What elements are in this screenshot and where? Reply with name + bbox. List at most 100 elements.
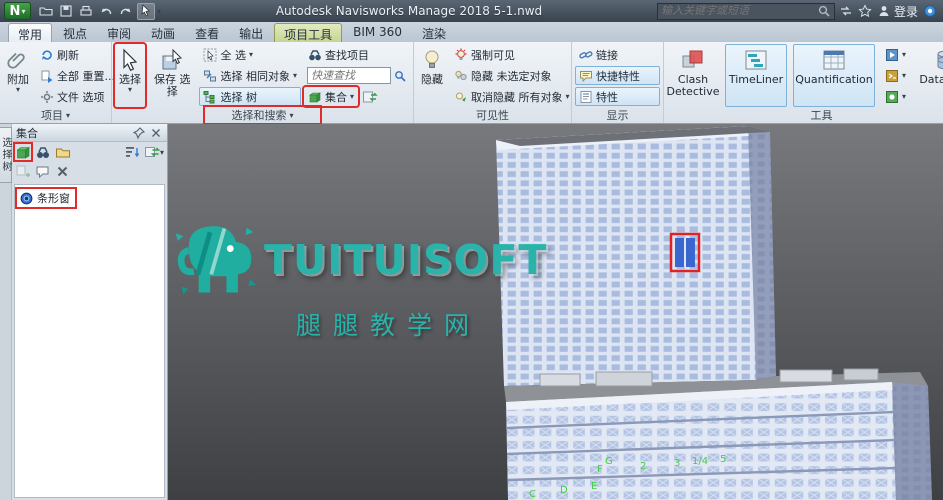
group-label-visibility[interactable]: 可见性 bbox=[414, 107, 571, 123]
tab-home[interactable]: 常用 bbox=[8, 23, 52, 42]
clash-detective-button[interactable]: Clash Detective bbox=[667, 44, 719, 107]
attach-button[interactable]: 附加 ▾ bbox=[3, 44, 33, 107]
hide-button[interactable]: 隐藏 bbox=[417, 44, 447, 107]
save-selection-set-button[interactable] bbox=[15, 144, 31, 160]
select-same-button[interactable]: 选择 相同对象▾ bbox=[199, 66, 301, 85]
refresh-icon bbox=[40, 48, 54, 62]
require-icon bbox=[454, 48, 468, 62]
select-tool-button[interactable] bbox=[137, 3, 155, 20]
gear-icon bbox=[40, 90, 54, 104]
properties-button[interactable]: 特性 bbox=[575, 87, 660, 106]
tab-item-tools[interactable]: 项目工具 bbox=[274, 23, 342, 42]
svg-text:G: G bbox=[605, 456, 613, 467]
chain-link-icon bbox=[579, 48, 593, 62]
select-all-button[interactable]: 全 选▾ bbox=[199, 45, 301, 64]
navisworks-window: N▾ ▾ Autodesk Navisworks Manage 2018 5-1… bbox=[0, 0, 943, 500]
redo-button[interactable] bbox=[117, 3, 135, 20]
ribbon: 附加 ▾ 刷新 全部 重置... 文件 选项 项目▾ 选择 ▾ bbox=[0, 42, 943, 124]
new-folder-button[interactable] bbox=[55, 144, 71, 160]
tab-animation[interactable]: 动画 bbox=[142, 23, 184, 42]
group-label-project[interactable]: 项目▾ bbox=[0, 107, 111, 123]
quick-access-toolbar: ▾ bbox=[37, 3, 161, 20]
sets-icon bbox=[15, 144, 31, 160]
sets-tree: 条形窗 bbox=[14, 184, 165, 498]
application-menu-button[interactable]: N▾ bbox=[4, 2, 31, 20]
ribbon-group-display: 链接 快捷特性 特性 显示 bbox=[572, 42, 664, 123]
sets-dropdown-button[interactable]: 集合▾ bbox=[304, 87, 358, 106]
save-selection-button[interactable]: 保存 选择 bbox=[148, 44, 196, 107]
tab-view[interactable]: 查看 bbox=[186, 23, 228, 42]
qat-dropdown-caret[interactable]: ▾ bbox=[157, 7, 161, 16]
tab-review[interactable]: 审阅 bbox=[98, 23, 140, 42]
links-button[interactable]: 链接 bbox=[575, 45, 660, 64]
sign-in-button[interactable]: 登录 bbox=[877, 3, 918, 20]
paperclip-icon bbox=[5, 47, 31, 73]
quick-find-input[interactable] bbox=[307, 67, 391, 84]
tab-viewpoint[interactable]: 视点 bbox=[54, 23, 96, 42]
sets-panel-title: 集合 bbox=[16, 125, 38, 141]
quick-find-search-icon[interactable] bbox=[393, 69, 407, 83]
lightbulb-icon bbox=[419, 47, 445, 73]
print-button[interactable] bbox=[77, 3, 95, 20]
group-label-tools[interactable]: 工具 bbox=[664, 107, 943, 123]
reset-all-button[interactable]: 全部 重置... bbox=[36, 66, 119, 85]
animator-tool-icon[interactable]: ▾ bbox=[881, 45, 910, 64]
tab-render[interactable]: 渲染 bbox=[413, 23, 455, 42]
search-icon[interactable] bbox=[817, 4, 831, 18]
import-export-button[interactable]: ▾ bbox=[144, 144, 164, 160]
sort-icon[interactable] bbox=[124, 144, 140, 160]
navisworks-logo: N bbox=[10, 4, 21, 19]
unhide-all-icon bbox=[454, 90, 468, 104]
help-search-box[interactable] bbox=[657, 3, 835, 20]
add-copy-button[interactable] bbox=[15, 164, 31, 180]
delete-button[interactable] bbox=[55, 164, 71, 180]
undo-button[interactable] bbox=[97, 3, 115, 20]
datatools-button[interactable]: DataTools bbox=[916, 44, 943, 107]
unhide-all-button[interactable]: 取消隐藏 所有对象▾ bbox=[450, 87, 574, 106]
sets-toolbar-row2 bbox=[12, 162, 167, 182]
open-button[interactable] bbox=[37, 3, 55, 20]
require-button[interactable]: 强制可见 bbox=[450, 45, 574, 64]
add-comment-button[interactable] bbox=[35, 164, 51, 180]
scripter-tool-icon[interactable]: ▾ bbox=[881, 66, 910, 85]
timeliner-button[interactable]: TimeLiner bbox=[725, 44, 787, 107]
refresh-button[interactable]: 刷新 bbox=[36, 45, 119, 64]
selection-tree-button[interactable]: 选择 树 bbox=[199, 87, 301, 106]
timeliner-icon bbox=[743, 47, 769, 73]
save-search-set-button[interactable] bbox=[35, 144, 51, 160]
viewport-3d[interactable]: C D E F G 2 3 1/4 5 bbox=[168, 124, 943, 500]
tree-item-set[interactable]: 条形窗 bbox=[17, 189, 75, 207]
pin-icon[interactable] bbox=[132, 126, 146, 140]
sets-import-export-icon[interactable] bbox=[362, 89, 378, 105]
help-search-input[interactable] bbox=[661, 5, 815, 17]
tab-bim360[interactable]: BIM 360 bbox=[344, 23, 411, 42]
sets-icon bbox=[308, 90, 322, 104]
close-icon[interactable] bbox=[149, 126, 163, 140]
ribbon-tab-bar: 常用 视点 审阅 动画 查看 输出 项目工具 BIM 360 渲染 bbox=[0, 22, 943, 42]
svg-text:E: E bbox=[591, 481, 597, 492]
quantification-icon bbox=[821, 47, 847, 73]
quantification-button[interactable]: Quantification bbox=[793, 44, 875, 107]
select-same-icon bbox=[203, 69, 217, 83]
left-tab-strip: 选择树 bbox=[0, 124, 12, 500]
communication-center-icon[interactable] bbox=[923, 4, 937, 18]
star-icon[interactable] bbox=[858, 4, 872, 18]
svg-text:3: 3 bbox=[674, 458, 680, 469]
group-label-select-search[interactable]: 选择和搜索▾ bbox=[112, 107, 413, 123]
appearance-profiler-tool-icon[interactable]: ▾ bbox=[881, 87, 910, 106]
select-button[interactable]: 选择 ▾ bbox=[115, 44, 145, 107]
selection-set-icon bbox=[20, 192, 33, 205]
selection-tree-vertical-tab[interactable]: 选择树 bbox=[0, 127, 12, 183]
elephant-logo bbox=[168, 216, 260, 304]
clash-detective-icon bbox=[680, 47, 706, 73]
exchange-apps-icon[interactable] bbox=[839, 4, 853, 18]
hide-unselected-button[interactable]: 隐藏 未选定对象 bbox=[450, 66, 574, 85]
save-button[interactable] bbox=[57, 3, 75, 20]
group-label-display[interactable]: 显示 bbox=[572, 107, 663, 123]
tab-output[interactable]: 输出 bbox=[230, 23, 272, 42]
find-items-button[interactable]: 查找项目 bbox=[304, 45, 410, 64]
quick-properties-button[interactable]: 快捷特性 bbox=[575, 66, 660, 85]
datatools-icon bbox=[933, 47, 943, 73]
file-options-button[interactable]: 文件 选项 bbox=[36, 87, 119, 106]
watermark-subtitle: 腿腿教学网 bbox=[296, 306, 547, 342]
